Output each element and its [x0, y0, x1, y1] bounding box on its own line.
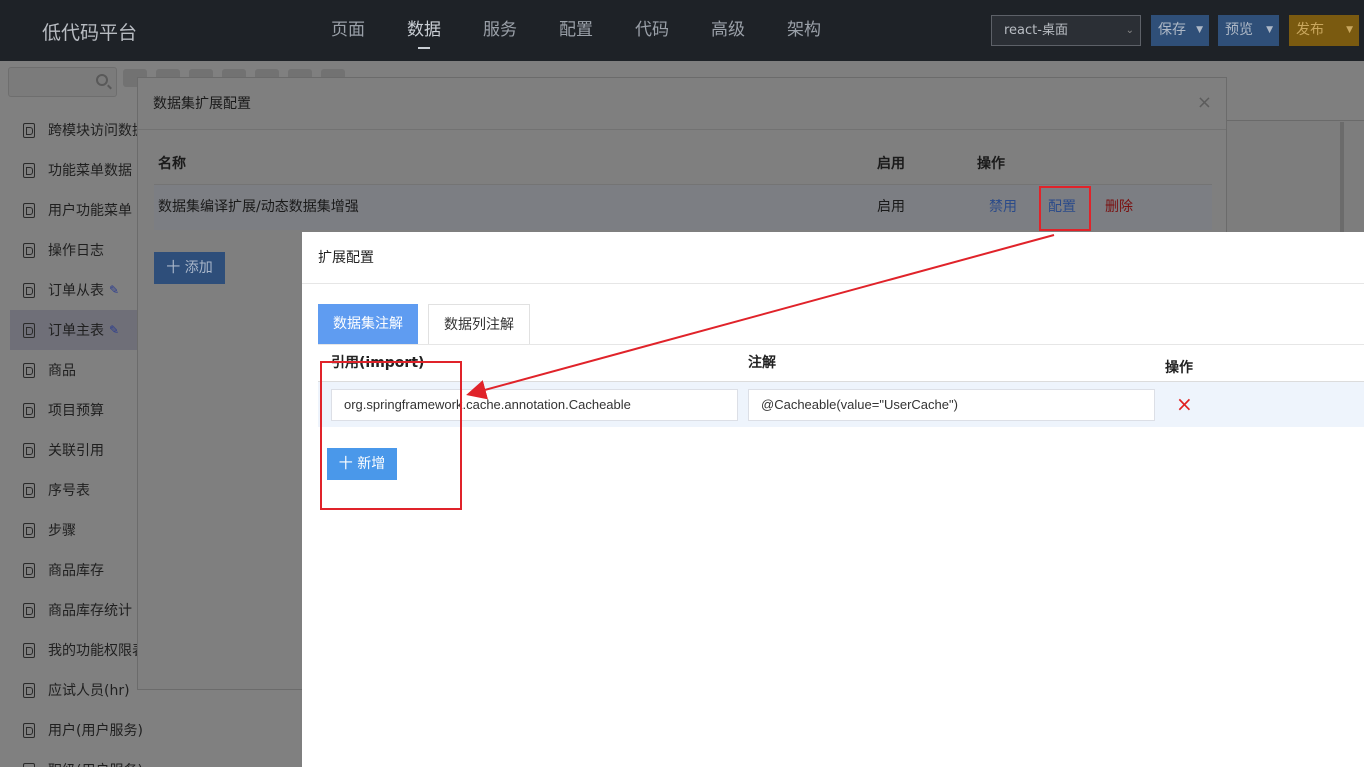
column-header-annotation: 注解	[748, 355, 776, 371]
sidebar-item-label: 关联引用	[48, 443, 104, 459]
table-header: 名称 启用 操作	[154, 148, 1212, 185]
dataset-icon	[23, 682, 35, 698]
caret-down-icon: ▼	[1266, 25, 1273, 35]
sidebar-item-label: 订单主表	[48, 323, 104, 339]
sidebar-item-label: 操作日志	[48, 243, 104, 259]
environment-select[interactable]: react-桌面 ⌄	[991, 15, 1141, 46]
annotation-table-header: 引用(import) 注解 操作	[318, 345, 1364, 382]
column-header-name: 名称	[158, 156, 186, 172]
table-row: org.springframework.cache.annotation.Cac…	[318, 382, 1364, 427]
top-bar: 低代码平台 页面 数据 服务 配置 代码 高级 架构 react-桌面 ⌄ 保存…	[0, 0, 1364, 61]
preview-button-label: 预览	[1225, 22, 1253, 38]
dataset-icon	[23, 562, 35, 578]
sidebar-item-label: 用户(用户服务)	[48, 723, 143, 739]
nav-service[interactable]: 服务	[462, 0, 538, 61]
dataset-icon	[23, 522, 35, 538]
dataset-icon	[23, 442, 35, 458]
sidebar-item-label: 职级(用户服务)	[48, 760, 143, 767]
column-header-ops: 操作	[1165, 360, 1193, 376]
column-header-ops: 操作	[977, 156, 1005, 172]
dataset-icon	[23, 242, 35, 258]
sidebar-item-label: 订单从表	[48, 283, 104, 299]
close-icon[interactable]: ×	[1197, 92, 1212, 113]
publish-button-label: 发布	[1296, 22, 1324, 38]
dataset-icon	[23, 122, 35, 138]
dataset-icon	[23, 402, 35, 418]
sidebar-item-label: 商品库存	[48, 563, 104, 579]
delete-row-icon[interactable]: ×	[1176, 391, 1193, 417]
add-button[interactable]: 十 添加	[154, 252, 225, 284]
save-button-label: 保存	[1158, 22, 1186, 38]
sidebar-item-label: 商品	[48, 363, 76, 379]
nav-architecture[interactable]: 架构	[766, 0, 842, 61]
delete-link[interactable]: 删除	[1105, 185, 1133, 230]
search-icon[interactable]	[96, 74, 108, 86]
dataset-icon	[23, 642, 35, 658]
edit-icon[interactable]: ✎	[109, 283, 119, 297]
sidebar-item-label: 商品库存统计	[48, 603, 132, 619]
save-button[interactable]: 保存 ▼	[1151, 15, 1209, 46]
sidebar-item-label: 项目预算	[48, 403, 104, 419]
extension-name: 数据集编译扩展/动态数据集增强	[158, 199, 359, 215]
sidebar-search-input[interactable]	[8, 67, 117, 97]
dataset-icon	[23, 202, 35, 218]
config-highlight-box	[1039, 186, 1091, 231]
chevron-down-icon: ⌄	[1125, 25, 1134, 36]
preview-button[interactable]: 预览 ▼	[1218, 15, 1279, 46]
sidebar-item-label: 应试人员(hr)	[48, 683, 130, 699]
nav-advanced[interactable]: 高级	[690, 0, 766, 61]
edit-icon[interactable]: ✎	[109, 323, 119, 337]
sidebar-item[interactable]: 职级(用户服务)	[10, 750, 300, 767]
sidebar-item-label: 用户功能菜单	[48, 203, 132, 219]
dialog-title: 数据集扩展配置	[138, 78, 1226, 130]
dataset-icon	[23, 162, 35, 178]
app-title: 低代码平台	[42, 22, 138, 44]
nav-data[interactable]: 数据	[386, 0, 462, 61]
publish-button[interactable]: 发布 ▼	[1289, 15, 1359, 46]
tab-column-annotation[interactable]: 数据列注解	[428, 304, 530, 345]
nav-config[interactable]: 配置	[538, 0, 614, 61]
column-header-enabled: 启用	[877, 156, 905, 172]
main-nav: 页面 数据 服务 配置 代码 高级 架构	[310, 0, 842, 61]
dataset-icon	[23, 762, 35, 767]
dataset-icon	[23, 602, 35, 618]
nav-page[interactable]: 页面	[310, 0, 386, 61]
dataset-icon	[23, 362, 35, 378]
dataset-icon	[23, 482, 35, 498]
dataset-icon	[23, 322, 35, 338]
sidebar-item-label: 我的功能权限表	[48, 643, 146, 659]
dialog-title: 扩展配置	[302, 232, 1364, 284]
sidebar-item-label: 序号表	[48, 483, 90, 499]
tab-bar: 数据集注解 数据列注解	[318, 304, 540, 345]
nav-code[interactable]: 代码	[614, 0, 690, 61]
dataset-icon	[23, 282, 35, 298]
dataset-icon	[23, 722, 35, 738]
disable-link[interactable]: 禁用	[989, 185, 1017, 230]
sidebar-item-label: 功能菜单数据	[48, 163, 132, 179]
annotation-input[interactable]: @Cacheable(value="UserCache")	[748, 389, 1155, 421]
sidebar-item-label: 跨模块访问数据	[48, 123, 146, 139]
environment-select-value: react-桌面	[1004, 23, 1068, 38]
import-highlight-box	[320, 361, 462, 510]
sidebar-item[interactable]: 用户(用户服务)	[10, 710, 300, 750]
caret-down-icon: ▼	[1346, 25, 1353, 35]
caret-down-icon: ▼	[1196, 25, 1203, 35]
sidebar-item-label: 步骤	[48, 523, 76, 539]
tab-dataset-annotation[interactable]: 数据集注解	[318, 304, 418, 345]
extension-status: 启用	[877, 199, 905, 215]
